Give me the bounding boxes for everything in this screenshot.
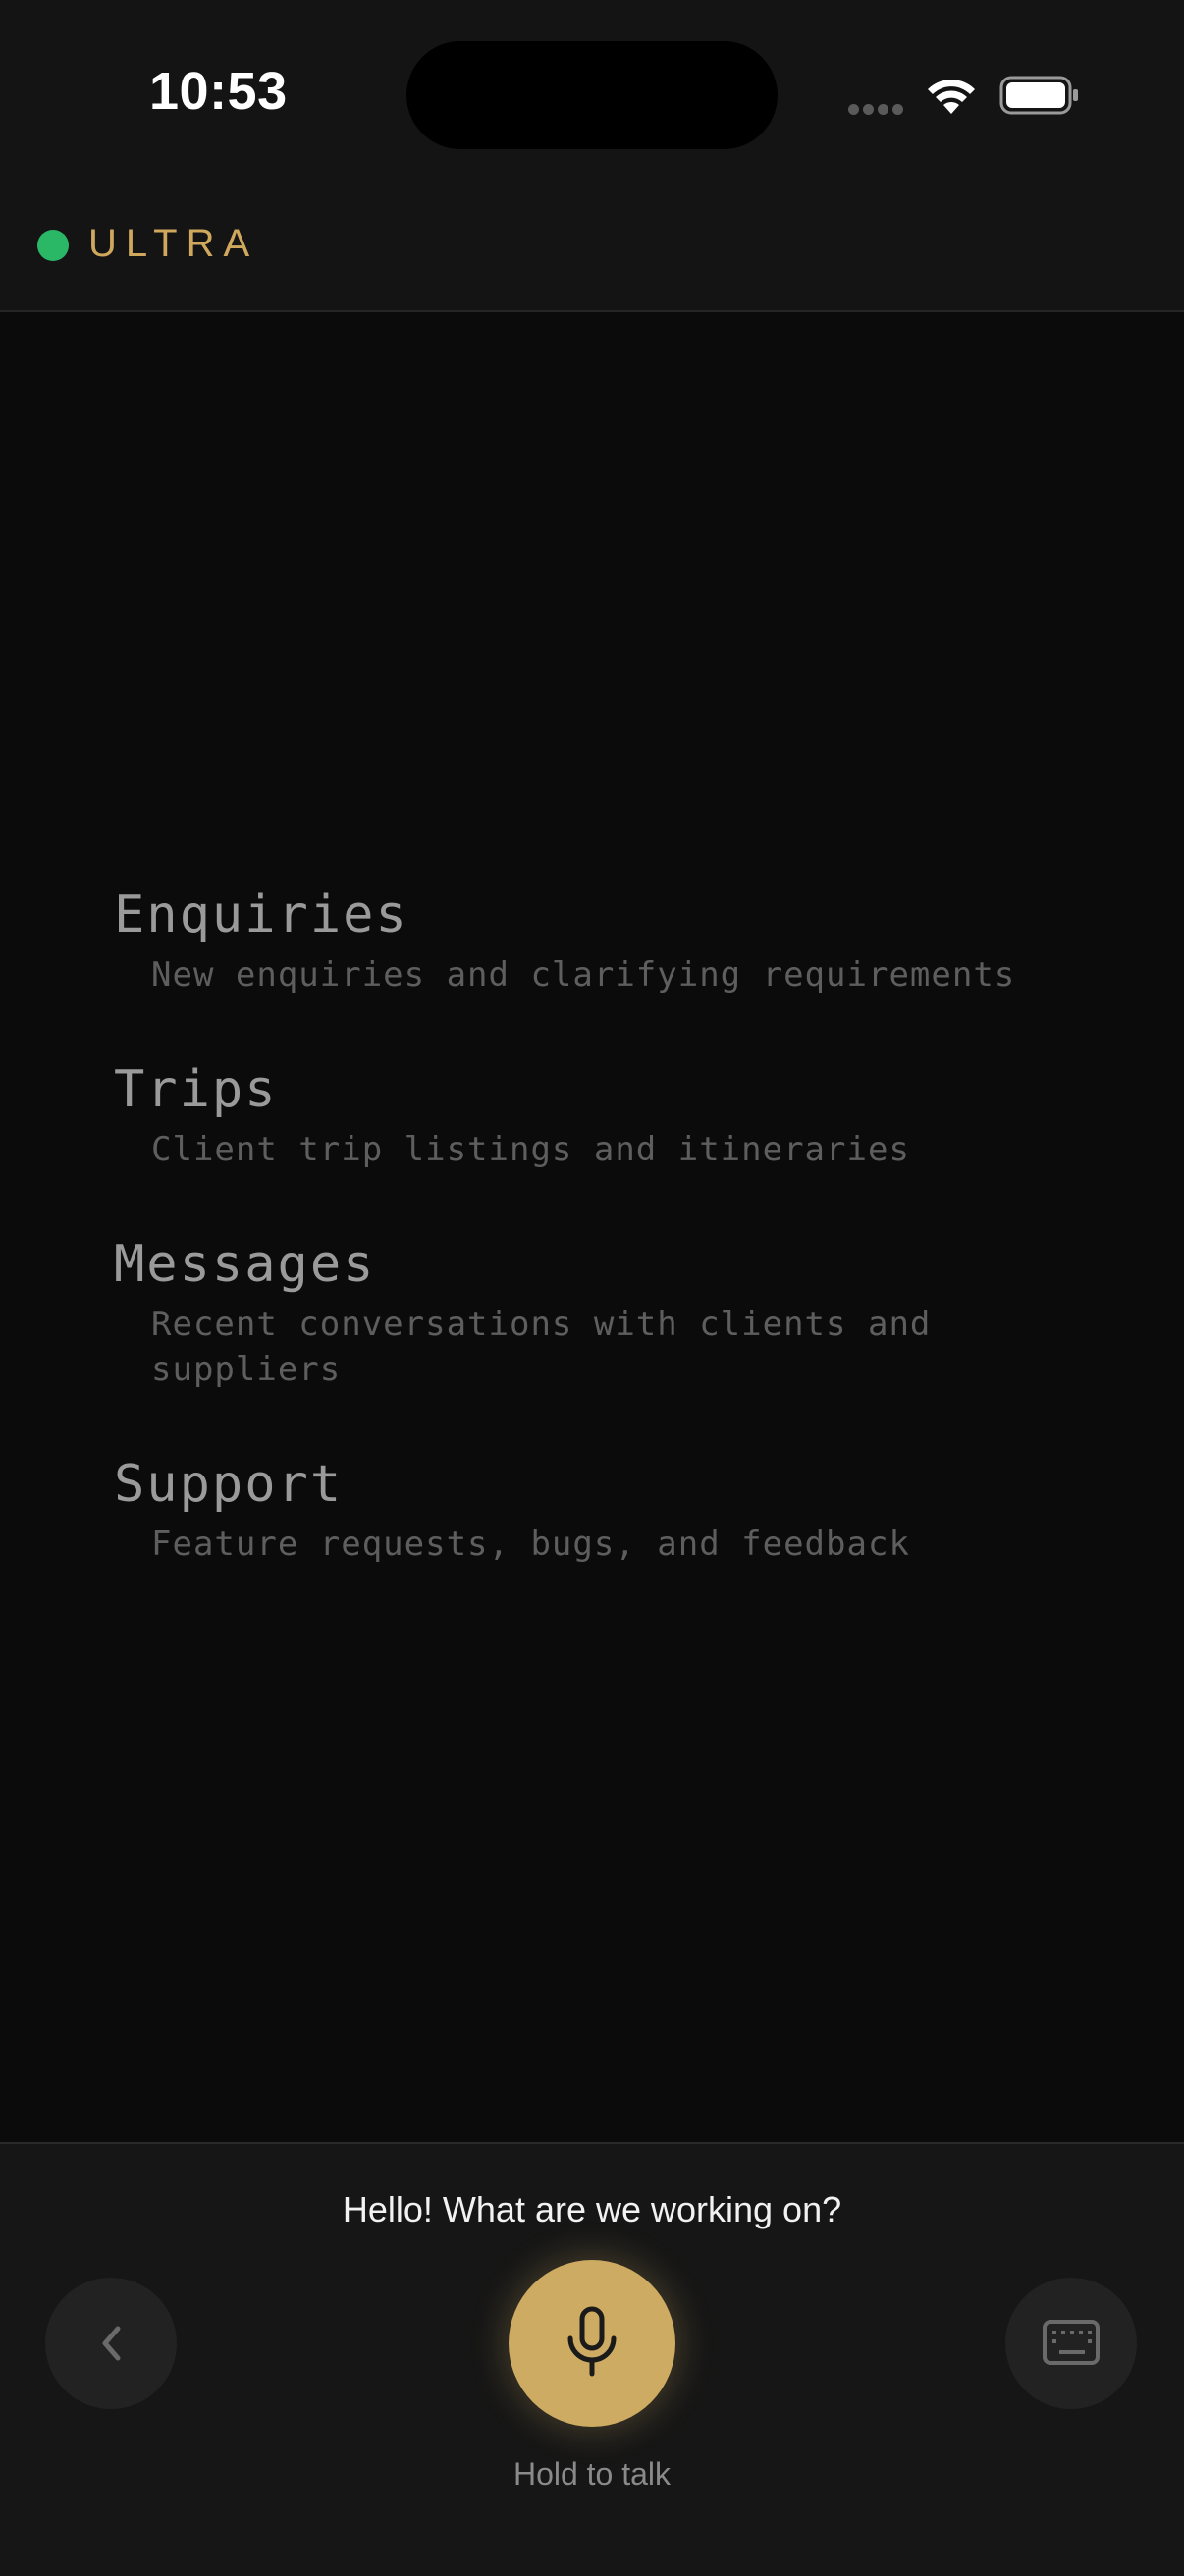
menu-item-description: New enquiries and clarifying requirement… xyxy=(151,955,1016,994)
menu-item-description: Feature requests, bugs, and feedback xyxy=(151,1525,910,1564)
keyboard-button[interactable] xyxy=(1005,2278,1137,2409)
menu-item-support[interactable]: Support Feature requests, bugs, and feed… xyxy=(114,1453,1096,1567)
menu-item-messages[interactable]: Messages Recent conversations with clien… xyxy=(114,1233,1096,1392)
hold-to-talk-label: Hold to talk xyxy=(512,2456,672,2492)
menu-item-enquiries[interactable]: Enquiries New enquiries and clarifying r… xyxy=(114,884,1096,997)
menu-item-title: Support xyxy=(114,1455,344,1514)
cellular-signal-icon xyxy=(848,102,909,116)
keyboard-icon xyxy=(1043,2320,1100,2365)
menu-item-title: Messages xyxy=(114,1235,376,1294)
menu-item-title: Enquiries xyxy=(114,886,408,944)
wifi-icon xyxy=(928,80,975,114)
menu-item-title: Trips xyxy=(114,1060,278,1119)
status-bar: 10:53 xyxy=(0,0,1184,196)
menu-item-trips[interactable]: Trips Client trip listings and itinerari… xyxy=(114,1058,1096,1172)
menu-item-description: Recent conversations with clients and su… xyxy=(151,1305,932,1389)
back-button[interactable] xyxy=(45,2278,177,2409)
hold-to-talk-button[interactable] xyxy=(509,2260,675,2427)
microphone-icon xyxy=(567,2306,617,2377)
menu-list: Enquiries New enquiries and clarifying r… xyxy=(114,884,1096,1628)
dynamic-island xyxy=(406,41,778,149)
assistant-panel: Hello! What are we working on? Hold to t… xyxy=(0,2142,1184,2576)
brand-name: ULTRA xyxy=(88,222,259,265)
status-time: 10:53 xyxy=(149,62,288,121)
chevron-left-icon xyxy=(102,2326,121,2361)
battery-icon xyxy=(999,76,1078,115)
online-status-indicator xyxy=(37,230,69,261)
app-header: ULTRA xyxy=(0,196,1184,312)
assistant-greeting: Hello! What are we working on? xyxy=(342,2189,842,2229)
menu-item-description: Client trip listings and itineraries xyxy=(151,1130,910,1169)
